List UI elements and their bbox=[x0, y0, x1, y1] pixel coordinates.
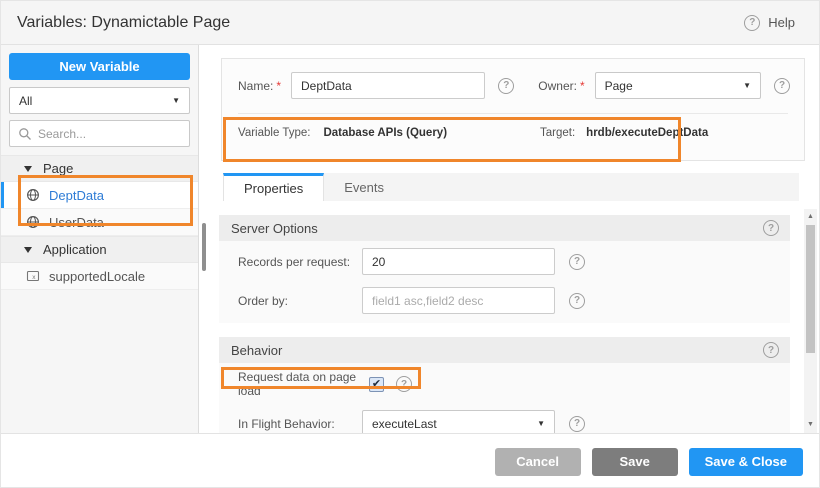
owner-help-icon[interactable]: ? bbox=[774, 78, 790, 94]
required-asterisk: * bbox=[580, 79, 585, 93]
tree-item-label: supportedLocale bbox=[49, 269, 145, 284]
name-label: Name: bbox=[238, 79, 273, 93]
cancel-button[interactable]: Cancel bbox=[495, 448, 581, 476]
dialog-header: Variables: Dynamictable Page ? Help bbox=[1, 1, 819, 45]
chevron-down-icon: ▼ bbox=[172, 96, 180, 105]
tree-item-userdata[interactable]: UserData bbox=[1, 209, 198, 236]
server-options-header: Server Options ? bbox=[219, 215, 790, 241]
variable-filter-value: All bbox=[19, 94, 32, 108]
name-input[interactable] bbox=[291, 72, 485, 99]
owner-label: Owner: bbox=[538, 79, 577, 93]
properties-scrollbar: ▲ ▼ bbox=[804, 209, 817, 433]
behavior-section: Behavior ? Request data on page load ✔ ? bbox=[219, 337, 790, 433]
in-flight-select[interactable]: executeLast ▼ bbox=[362, 410, 555, 433]
order-by-row: Order by: ? bbox=[238, 287, 790, 314]
request-on-load-checkbox[interactable]: ✔ bbox=[369, 377, 384, 392]
scroll-up-icon[interactable]: ▲ bbox=[804, 211, 817, 223]
properties-panel: Server Options ? Records per request: ? … bbox=[219, 201, 790, 433]
help-icon: ? bbox=[744, 15, 760, 31]
request-on-load-help-icon[interactable]: ? bbox=[396, 376, 412, 392]
variable-detail-panel: Name: * ? Owner: * Page ▼ ? Variable Typ… bbox=[211, 45, 819, 433]
caret-down-icon bbox=[24, 166, 32, 172]
records-help-icon[interactable]: ? bbox=[569, 254, 585, 270]
behavior-header: Behavior ? bbox=[219, 337, 790, 363]
page-title: Variables: Dynamictable Page bbox=[17, 14, 230, 32]
records-per-request-label: Records per request: bbox=[238, 255, 362, 269]
variable-type-row: Variable Type: Database APIs (Query) Tar… bbox=[238, 127, 788, 139]
save-close-button[interactable]: Save & Close bbox=[689, 448, 803, 476]
tree-item-label: DeptData bbox=[49, 188, 104, 203]
new-variable-button[interactable]: New Variable bbox=[9, 53, 190, 80]
tree-item-label: UserData bbox=[49, 215, 104, 230]
variables-sidebar: New Variable All ▼ Page bbox=[1, 45, 199, 433]
behavior-body: Request data on page load ✔ ? In Flight … bbox=[219, 363, 790, 433]
variables-tree: Page DeptData UserData bbox=[1, 155, 198, 290]
dialog-body: New Variable All ▼ Page bbox=[1, 45, 819, 433]
sidebar-scrollbar-thumb[interactable] bbox=[202, 223, 206, 271]
name-help-icon[interactable]: ? bbox=[498, 78, 514, 94]
tab-events[interactable]: Events bbox=[324, 173, 404, 201]
tab-bar: Properties Events bbox=[223, 173, 799, 201]
in-flight-help-icon[interactable]: ? bbox=[569, 416, 585, 432]
save-button[interactable]: Save bbox=[592, 448, 678, 476]
tree-group-application[interactable]: Application bbox=[1, 236, 198, 263]
order-by-help-icon[interactable]: ? bbox=[569, 293, 585, 309]
target-label: Target: bbox=[540, 127, 575, 139]
search-icon bbox=[18, 127, 32, 141]
properties-scrollbar-thumb[interactable] bbox=[806, 225, 815, 353]
search-box bbox=[9, 120, 190, 147]
scroll-down-icon[interactable]: ▼ bbox=[804, 419, 817, 431]
order-by-input[interactable] bbox=[362, 287, 555, 314]
tree-group-page[interactable]: Page bbox=[1, 155, 198, 182]
sidebar-controls: New Variable All ▼ bbox=[1, 45, 198, 147]
request-on-load-row: Request data on page load ✔ ? bbox=[238, 370, 790, 398]
name-owner-row: Name: * ? Owner: * Page ▼ ? bbox=[238, 72, 790, 99]
tree-item-supportedlocale[interactable]: x supportedLocale bbox=[1, 263, 198, 290]
in-flight-value: executeLast bbox=[372, 417, 437, 431]
server-options-section: Server Options ? Records per request: ? … bbox=[219, 215, 790, 323]
owner-select[interactable]: Page ▼ bbox=[595, 72, 761, 99]
variables-dialog: Variables: Dynamictable Page ? Help New … bbox=[0, 0, 820, 488]
help-label: Help bbox=[768, 15, 795, 30]
server-options-title: Server Options bbox=[231, 221, 318, 236]
caret-down-icon bbox=[24, 247, 32, 253]
in-flight-label: In Flight Behavior: bbox=[238, 417, 362, 431]
tree-group-label: Page bbox=[43, 161, 73, 176]
help-button[interactable]: ? Help bbox=[744, 15, 795, 31]
behavior-title: Behavior bbox=[231, 343, 282, 358]
divider bbox=[238, 113, 788, 114]
variable-summary-panel: Name: * ? Owner: * Page ▼ ? Variable Typ… bbox=[221, 58, 805, 161]
records-per-request-row: Records per request: ? bbox=[238, 248, 790, 275]
owner-value: Page bbox=[605, 79, 633, 93]
tree-group-label: Application bbox=[43, 242, 107, 257]
search-input[interactable] bbox=[38, 127, 181, 141]
chevron-down-icon: ▼ bbox=[743, 81, 751, 90]
variable-type-label: Variable Type: bbox=[238, 127, 310, 139]
order-by-label: Order by: bbox=[238, 294, 362, 308]
records-per-request-input[interactable] bbox=[362, 248, 555, 275]
target-value: hrdb/executeDeptData bbox=[586, 127, 708, 139]
globe-icon bbox=[26, 215, 40, 229]
dialog-footer: Cancel Save Save & Close bbox=[1, 433, 819, 488]
variable-filter-select[interactable]: All ▼ bbox=[9, 87, 190, 114]
server-options-help-icon[interactable]: ? bbox=[763, 220, 779, 236]
globe-icon bbox=[26, 188, 40, 202]
request-on-load-label: Request data on page load bbox=[238, 370, 362, 398]
chevron-down-icon: ▼ bbox=[537, 419, 545, 428]
server-options-body: Records per request: ? Order by: ? bbox=[219, 241, 790, 323]
tree-item-deptdata[interactable]: DeptData bbox=[1, 182, 198, 209]
variable-type-value: Database APIs (Query) bbox=[323, 127, 447, 139]
in-flight-row: In Flight Behavior: executeLast ▼ ? bbox=[238, 410, 790, 433]
check-icon: ✔ bbox=[372, 379, 381, 390]
behavior-help-icon[interactable]: ? bbox=[763, 342, 779, 358]
required-asterisk: * bbox=[276, 79, 281, 93]
tab-properties[interactable]: Properties bbox=[223, 173, 324, 201]
variable-icon: x bbox=[26, 269, 40, 283]
